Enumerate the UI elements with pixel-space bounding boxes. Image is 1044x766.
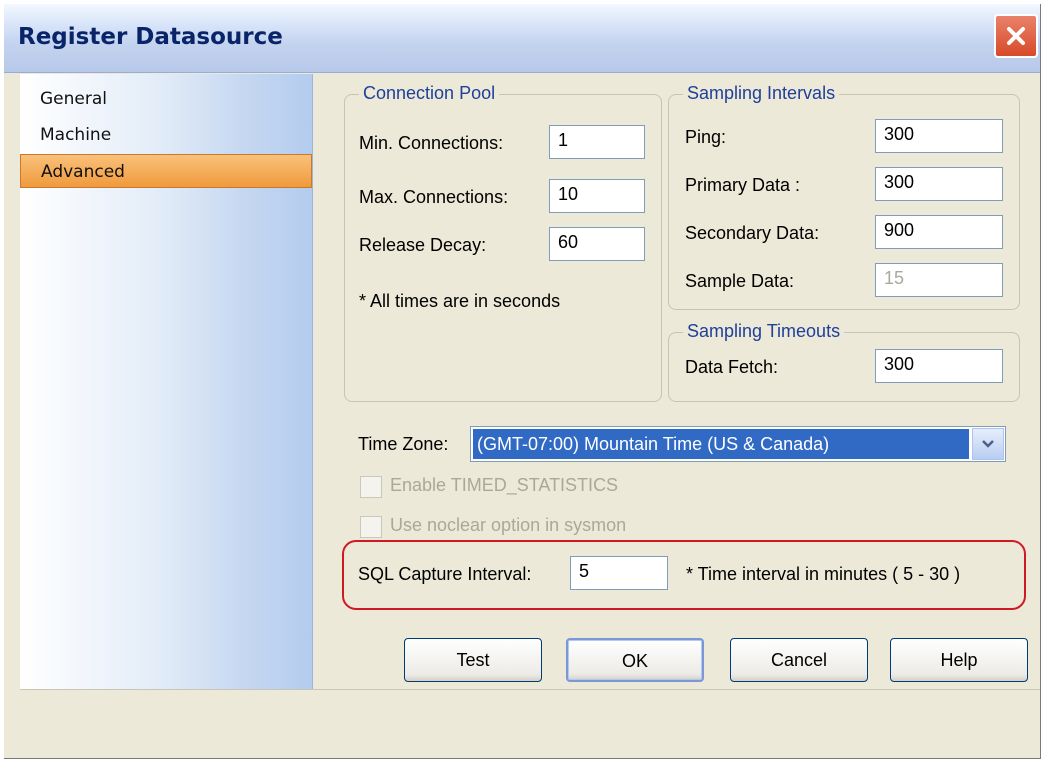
data-fetch-field[interactable]: 300 <box>875 349 1003 383</box>
close-button[interactable] <box>994 14 1038 58</box>
primary-data-field[interactable]: 300 <box>875 167 1003 201</box>
max-connections-label: Max. Connections: <box>359 187 509 207</box>
time-zone-dropdown-button[interactable] <box>972 428 1004 460</box>
sampling-timeouts-title: Sampling Timeouts <box>683 321 845 342</box>
primary-data-label: Primary Data : <box>685 175 801 195</box>
release-decay-label: Release Decay: <box>359 235 487 255</box>
test-button[interactable]: Test <box>404 638 542 682</box>
connection-pool-group: Connection Pool Min. Connections: 1 Max.… <box>344 83 662 402</box>
sampling-intervals-title: Sampling Intervals <box>683 83 840 104</box>
help-button[interactable]: Help <box>890 638 1028 682</box>
sidebar-item-general[interactable]: General <box>20 82 312 116</box>
noclear-option-label: Use noclear option in sysmon <box>390 515 627 535</box>
noclear-option-checkbox <box>360 516 382 538</box>
min-connections-field[interactable]: 1 <box>549 125 645 159</box>
time-zone-value: (GMT-07:00) Mountain Time (US & Canada) <box>473 429 969 459</box>
sidebar-nav: General Machine Advanced <box>20 74 313 689</box>
time-zone-label: Time Zone: <box>358 434 449 454</box>
sample-data-label: Sample Data: <box>685 271 795 291</box>
sql-capture-interval-field[interactable]: 5 <box>570 556 668 590</box>
max-connections-field[interactable]: 10 <box>549 179 645 213</box>
release-decay-field[interactable]: 60 <box>549 227 645 261</box>
connection-times-note: * All times are in seconds <box>359 291 561 311</box>
sql-capture-note: * Time interval in minutes ( 5 - 30 ) <box>686 564 961 584</box>
sidebar-item-advanced[interactable]: Advanced <box>20 154 312 188</box>
footer-divider <box>20 689 1040 690</box>
ok-button[interactable]: OK <box>566 638 704 682</box>
secondary-data-label: Secondary Data: <box>685 223 820 243</box>
close-icon <box>1007 27 1025 45</box>
sidebar-item-machine[interactable]: Machine <box>20 118 312 152</box>
time-zone-select[interactable]: (GMT-07:00) Mountain Time (US & Canada) <box>470 426 1006 462</box>
advanced-panel: Connection Pool Min. Connections: 1 Max.… <box>314 74 1040 689</box>
min-connections-label: Min. Connections: <box>359 133 504 153</box>
window-title: Register Datasource <box>18 24 283 50</box>
chevron-down-icon <box>982 440 994 448</box>
timed-statistics-checkbox <box>360 476 382 498</box>
register-datasource-dialog: Register Datasource General Machine Adva… <box>4 4 1041 759</box>
cancel-button[interactable]: Cancel <box>730 638 868 682</box>
sql-capture-label: SQL Capture Interval: <box>358 564 532 584</box>
ping-label: Ping: <box>685 127 727 147</box>
sampling-timeouts-group: Sampling Timeouts Data Fetch: 300 <box>668 321 1020 402</box>
timed-statistics-label: Enable TIMED_STATISTICS <box>390 475 619 495</box>
title-bar: Register Datasource <box>4 4 1040 73</box>
sample-data-field: 15 <box>875 263 1003 297</box>
data-fetch-label: Data Fetch: <box>685 357 779 377</box>
sampling-intervals-group: Sampling Intervals Ping: 300 Primary Dat… <box>668 83 1020 310</box>
secondary-data-field[interactable]: 900 <box>875 215 1003 249</box>
connection-pool-title: Connection Pool <box>359 83 500 104</box>
ping-field[interactable]: 300 <box>875 119 1003 153</box>
